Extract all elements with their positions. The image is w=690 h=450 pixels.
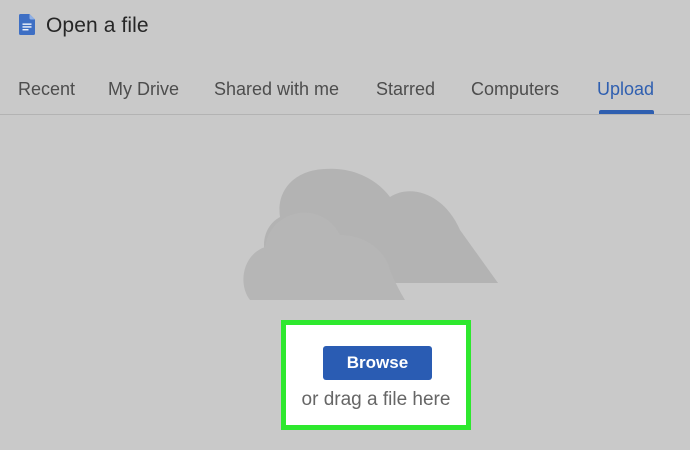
active-tab-indicator	[599, 110, 654, 114]
tab-starred[interactable]: Starred	[376, 78, 435, 100]
docs-file-icon	[19, 14, 35, 35]
browse-button[interactable]: Browse	[323, 346, 432, 380]
dialog-title: Open a file	[46, 14, 149, 37]
tab-upload[interactable]: Upload	[597, 78, 654, 100]
tab-my-drive[interactable]: My Drive	[108, 78, 179, 100]
tab-computers[interactable]: Computers	[471, 78, 559, 100]
tab-shared-with-me[interactable]: Shared with me	[214, 78, 339, 100]
cloud-icon	[243, 168, 498, 300]
tab-bar: Recent My Drive Shared with me Starred C…	[0, 68, 690, 115]
tab-recent[interactable]: Recent	[18, 78, 75, 100]
upload-drop-zone[interactable]: Browse or drag a file here	[281, 320, 471, 430]
dialog-header: Open a file	[0, 0, 690, 56]
drag-hint: or drag a file here	[301, 389, 451, 410]
